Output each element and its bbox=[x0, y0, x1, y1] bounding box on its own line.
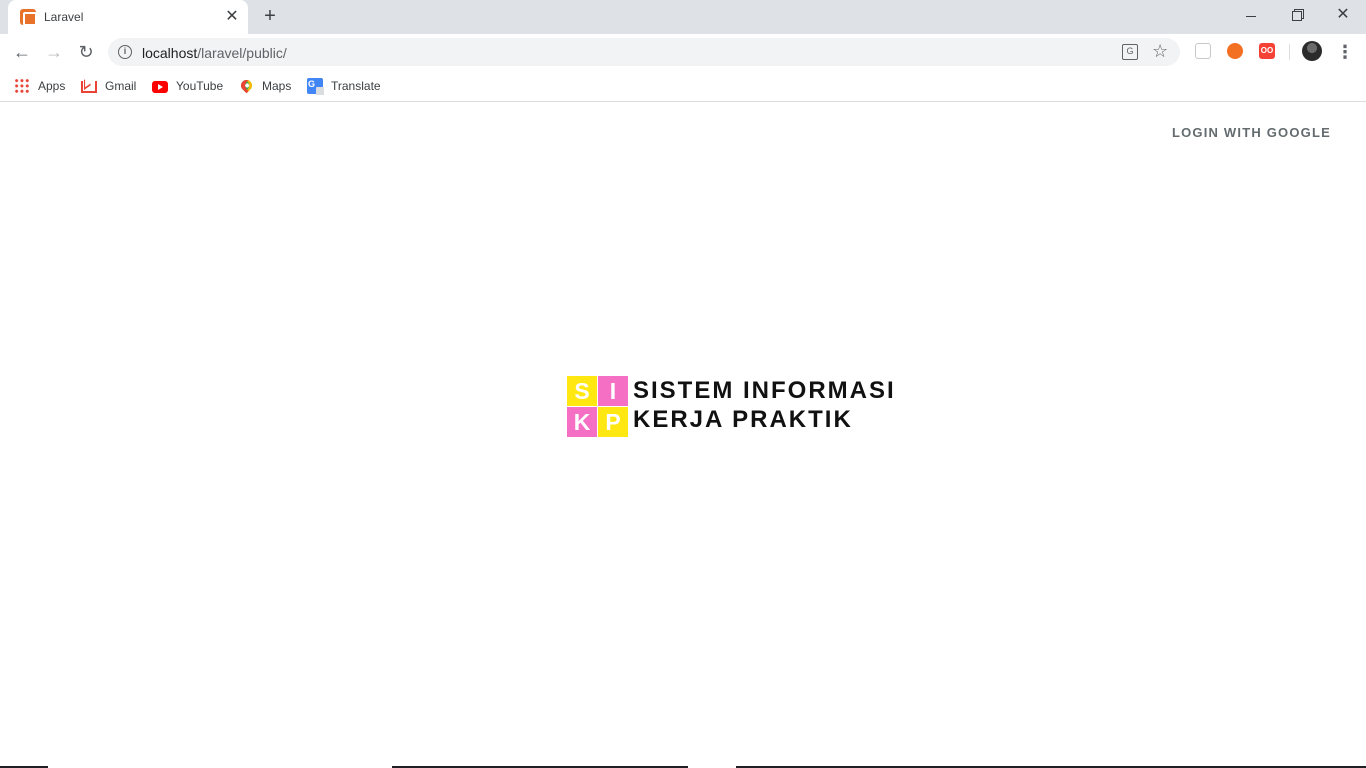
url-text[interactable]: localhost/laravel/public/ bbox=[142, 45, 287, 61]
logo-cell-p: P bbox=[598, 407, 628, 437]
tab-title: Laravel bbox=[44, 10, 84, 24]
logo-letter-grid: S I K P bbox=[567, 376, 628, 437]
new-tab-button[interactable]: + bbox=[260, 6, 280, 26]
extension-oo-icon[interactable]: OO bbox=[1259, 43, 1275, 59]
restore-icon bbox=[1292, 11, 1302, 22]
bookmark-label: Translate bbox=[331, 79, 381, 93]
maps-pin-icon bbox=[238, 77, 255, 93]
kebab-menu-icon[interactable]: ⋮ bbox=[1336, 40, 1354, 64]
extension-ubuntu-icon[interactable] bbox=[1227, 43, 1243, 59]
sikp-logo: S I K P SISTEM INFORMASI KERJA PRAKTIK bbox=[567, 376, 896, 438]
login-with-google-link[interactable]: LOGIN WITH GOOGLE bbox=[1172, 125, 1331, 140]
tab-strip: Laravel ✕ + ✕ bbox=[0, 0, 1366, 34]
bookmark-maps[interactable]: Maps bbox=[238, 76, 291, 96]
translate-page-icon[interactable]: G bbox=[1122, 44, 1138, 60]
gmail-icon bbox=[81, 81, 97, 93]
google-translate-icon: G bbox=[307, 78, 324, 95]
profile-avatar[interactable] bbox=[1302, 41, 1322, 61]
bookmark-label: Apps bbox=[38, 79, 66, 93]
logo-cell-i: I bbox=[598, 376, 628, 406]
site-info-icon[interactable]: i bbox=[118, 45, 132, 59]
minimize-icon bbox=[1246, 15, 1256, 17]
logo-wordmark: SISTEM INFORMASI KERJA PRAKTIK bbox=[633, 376, 896, 434]
minimize-button[interactable] bbox=[1228, 0, 1274, 30]
extension-pocket-icon[interactable] bbox=[1195, 43, 1211, 59]
url-host: localhost bbox=[142, 45, 198, 61]
browser-tab[interactable]: Laravel ✕ bbox=[8, 0, 248, 34]
back-arrow-icon[interactable]: ← bbox=[10, 40, 34, 64]
bookmark-youtube[interactable]: YouTube bbox=[152, 76, 223, 96]
forward-arrow-icon[interactable]: → bbox=[42, 40, 66, 64]
page-content: LOGIN WITH GOOGLE S I K P SISTEM INFORMA… bbox=[0, 103, 1366, 768]
laravel-favicon-icon bbox=[20, 9, 37, 26]
toolbar-divider bbox=[1289, 44, 1290, 60]
bookmarks-bar: Apps Gmail YouTube Maps G Translate bbox=[0, 70, 1366, 102]
logo-cell-k: K bbox=[567, 407, 597, 437]
logo-line-1: SISTEM INFORMASI bbox=[633, 377, 896, 404]
bookmark-star-icon[interactable]: ☆ bbox=[1152, 41, 1168, 62]
bookmark-label: Gmail bbox=[105, 79, 137, 93]
bookmark-label: YouTube bbox=[176, 79, 224, 93]
bookmark-gmail[interactable]: Gmail bbox=[81, 76, 136, 96]
tab-close-icon[interactable]: ✕ bbox=[224, 9, 240, 25]
bookmark-apps[interactable]: Apps bbox=[14, 76, 65, 96]
url-path: /laravel/public/ bbox=[197, 45, 287, 61]
logo-line-2: KERJA PRAKTIK bbox=[633, 406, 853, 433]
reload-icon[interactable]: ↻ bbox=[74, 40, 98, 64]
bookmark-translate[interactable]: G Translate bbox=[307, 76, 381, 96]
logo-cell-s: S bbox=[567, 376, 597, 406]
address-bar[interactable]: i localhost/laravel/public/ G ☆ bbox=[108, 38, 1180, 66]
bookmark-label: Maps bbox=[262, 79, 292, 93]
youtube-icon bbox=[152, 81, 168, 93]
close-window-button[interactable]: ✕ bbox=[1320, 0, 1366, 30]
browser-toolbar: ← → ↻ i localhost/laravel/public/ G ☆ OO… bbox=[0, 34, 1366, 70]
restore-button[interactable] bbox=[1274, 0, 1320, 30]
apps-grid-icon bbox=[14, 78, 30, 94]
